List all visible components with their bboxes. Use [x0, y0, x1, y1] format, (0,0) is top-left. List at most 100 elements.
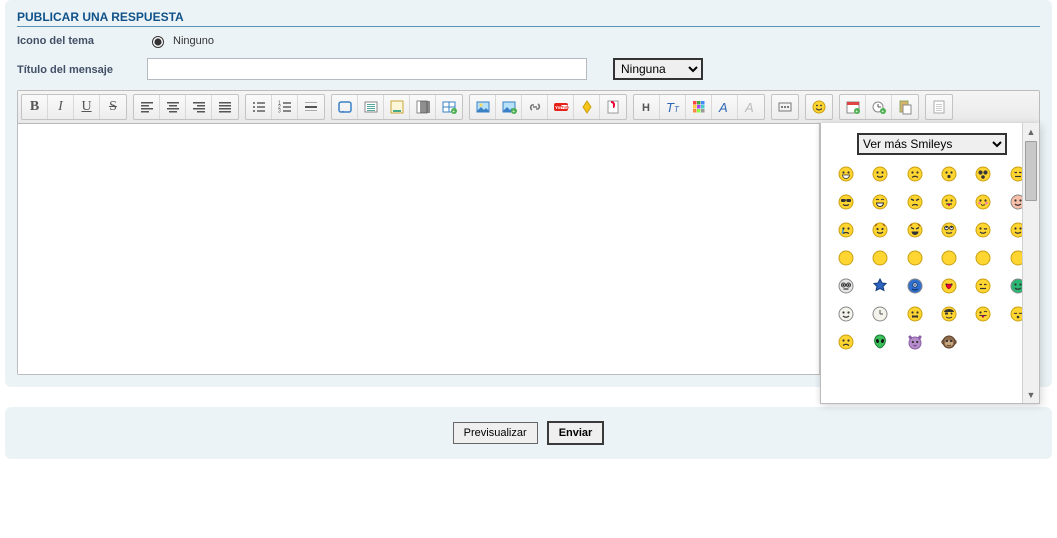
ul-button[interactable]	[246, 95, 272, 119]
toolbar-group-align	[133, 94, 239, 120]
message-textarea[interactable]	[18, 124, 820, 374]
title-input[interactable]	[147, 58, 587, 80]
time-icon: +	[871, 99, 887, 115]
smiley-neutral[interactable]	[974, 277, 992, 295]
table-button[interactable]: +	[436, 95, 462, 119]
flash-button[interactable]	[600, 95, 626, 119]
smiley-heart[interactable]	[940, 277, 958, 295]
smiley-pirate[interactable]	[940, 305, 958, 323]
underline-icon: U	[81, 99, 91, 115]
smiley-razz[interactable]	[940, 193, 958, 211]
scroll-thumb[interactable]	[1025, 141, 1037, 201]
smiley-y2[interactable]	[871, 249, 889, 267]
size-button[interactable]: TT	[660, 95, 686, 119]
font-button[interactable]: A	[712, 95, 738, 119]
smiley-clock[interactable]	[871, 305, 889, 323]
smiley-silent[interactable]	[906, 305, 924, 323]
smiley-pale[interactable]	[837, 305, 855, 323]
align-justify-button[interactable]	[212, 95, 238, 119]
smiley-scrollbar[interactable]: ▲ ▼	[1022, 123, 1039, 403]
more-button[interactable]	[772, 95, 798, 119]
svg-text:A: A	[718, 100, 728, 115]
toolbar-group-mode	[925, 94, 953, 120]
hr-icon	[303, 99, 319, 115]
italic-icon: I	[58, 99, 63, 115]
scroll-up-icon[interactable]: ▲	[1023, 123, 1039, 140]
paste-icon	[897, 99, 913, 115]
smiley-cyclops[interactable]	[906, 277, 924, 295]
strike-icon: S	[109, 99, 117, 115]
smiley-surprised[interactable]	[940, 165, 958, 183]
smiley-y4[interactable]	[940, 249, 958, 267]
submit-button[interactable]: Enviar	[547, 421, 605, 445]
switch-mode-icon	[931, 99, 947, 115]
svg-text:H: H	[642, 102, 650, 114]
font-icon: A	[717, 99, 733, 115]
bold-button[interactable]: B	[22, 95, 48, 119]
code-button[interactable]	[358, 95, 384, 119]
smiley-star[interactable]	[871, 277, 889, 295]
italic-button[interactable]: I	[48, 95, 74, 119]
smiley-geek[interactable]	[837, 277, 855, 295]
time-button[interactable]: +	[866, 95, 892, 119]
smiley-sad[interactable]	[906, 165, 924, 183]
smiley-cat-icon	[906, 333, 924, 351]
smiley-grin[interactable]	[837, 165, 855, 183]
image-host-button[interactable]	[470, 95, 496, 119]
smiley-mad-icon	[906, 193, 924, 211]
smiley-roll[interactable]	[940, 221, 958, 239]
smiley-laugh[interactable]	[871, 193, 889, 211]
smiley-evil-icon	[871, 221, 889, 239]
ol-button[interactable]: 123	[272, 95, 298, 119]
emoji-button[interactable]	[806, 95, 832, 119]
align-center-button[interactable]	[160, 95, 186, 119]
align-right-button[interactable]	[186, 95, 212, 119]
smiley-tongue[interactable]	[974, 305, 992, 323]
smiley-y1[interactable]	[837, 249, 855, 267]
youtube-button[interactable]: YouTube	[548, 95, 574, 119]
link-button[interactable]	[522, 95, 548, 119]
hr-button[interactable]	[298, 95, 324, 119]
dailymotion-button[interactable]	[574, 95, 600, 119]
smiley-twisted[interactable]	[906, 221, 924, 239]
scroll-down-icon[interactable]: ▼	[1023, 386, 1039, 403]
spoiler-button[interactable]	[384, 95, 410, 119]
smiley-evil[interactable]	[871, 221, 889, 239]
smiley-wink[interactable]	[974, 221, 992, 239]
smiley-smile[interactable]	[871, 165, 889, 183]
smiley-shocked[interactable]	[974, 165, 992, 183]
smiley-cry[interactable]	[837, 221, 855, 239]
align-left-button[interactable]	[134, 95, 160, 119]
smiley-y5[interactable]	[974, 249, 992, 267]
smiley-blush[interactable]	[974, 193, 992, 211]
switch-mode-button[interactable]	[926, 95, 952, 119]
category-select[interactable]: Ninguna	[613, 58, 703, 80]
strike-button[interactable]: S	[100, 95, 126, 119]
remove-format-button[interactable]: A	[738, 95, 764, 119]
smiley-cool-icon	[837, 193, 855, 211]
smiley-cat[interactable]	[906, 333, 924, 351]
hidden-button[interactable]	[410, 95, 436, 119]
quote-button[interactable]	[332, 95, 358, 119]
image-button[interactable]: +	[496, 95, 522, 119]
headers-button[interactable]: H	[634, 95, 660, 119]
smiley-more-select[interactable]: Ver más Smileys	[857, 133, 1007, 155]
smiley-y3[interactable]	[906, 249, 924, 267]
smiley-cool[interactable]	[837, 193, 855, 211]
preview-button[interactable]: Previsualizar	[453, 422, 538, 444]
smiley-sad2[interactable]	[837, 333, 855, 351]
color-button[interactable]	[686, 95, 712, 119]
underline-button[interactable]: U	[74, 95, 100, 119]
color-icon	[691, 99, 707, 115]
editor: BIUS123++YouTubeHTTAA++ Ver más Smileys …	[17, 90, 1040, 375]
toolbar-group-emoji	[805, 94, 833, 120]
smiley-monkey[interactable]	[940, 333, 958, 351]
smiley-mad[interactable]	[906, 193, 924, 211]
hidden-icon	[415, 99, 431, 115]
smiley-alien[interactable]	[871, 333, 889, 351]
topic-icon-none-radio[interactable]	[152, 36, 164, 48]
emoji-icon	[811, 99, 827, 115]
paste-button[interactable]	[892, 95, 918, 119]
svg-text:+: +	[452, 109, 455, 115]
date-button[interactable]: +	[840, 95, 866, 119]
